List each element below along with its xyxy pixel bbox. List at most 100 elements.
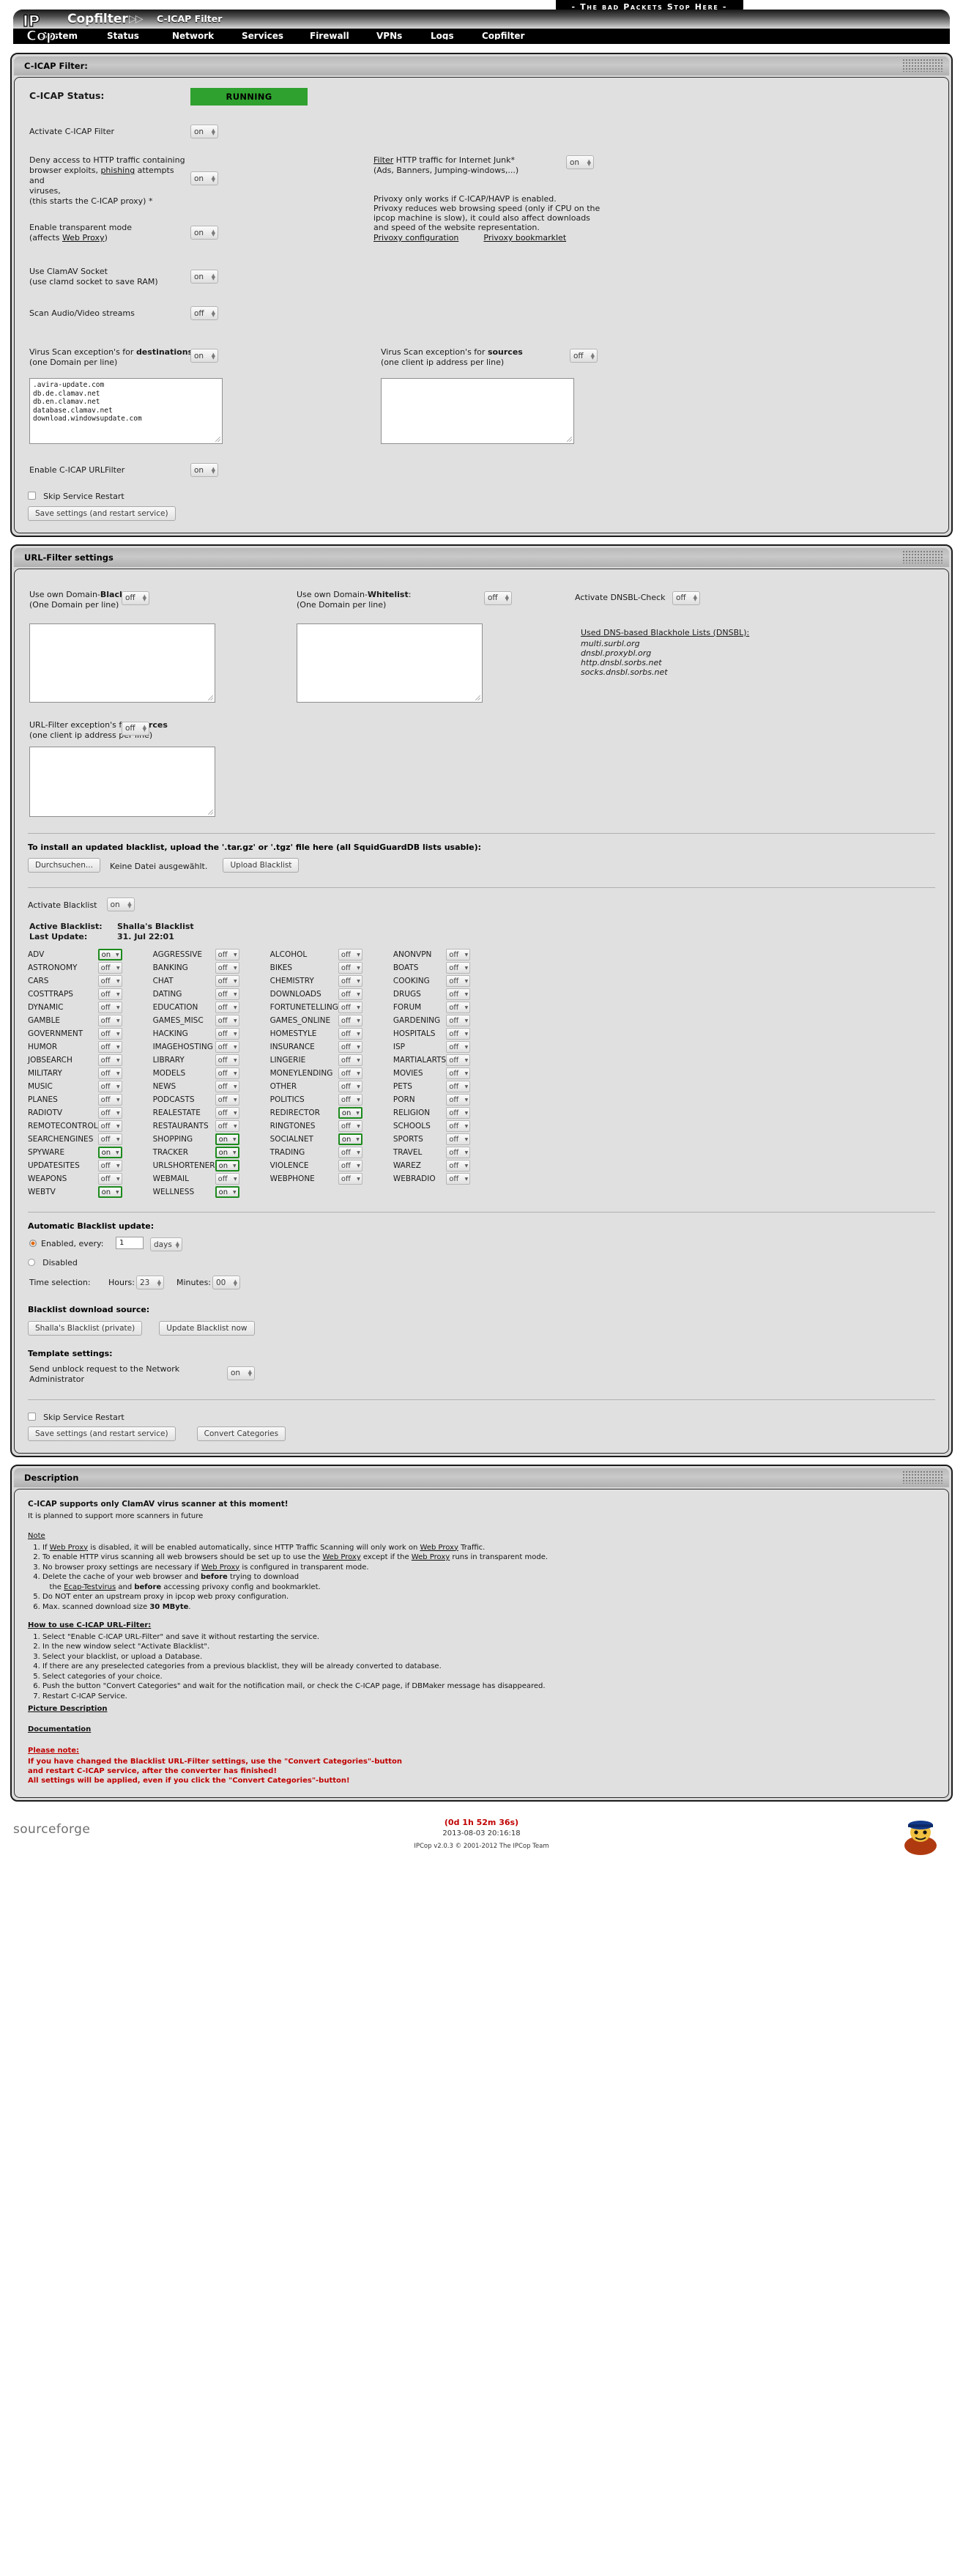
web-proxy-link[interactable]: Web Proxy <box>412 1553 450 1561</box>
category-select-models[interactable]: off ▼ <box>215 1067 239 1079</box>
category-select-travel[interactable]: off ▼ <box>446 1147 471 1158</box>
skip-service-restart-checkbox[interactable] <box>28 1412 36 1421</box>
deny-http-select[interactable]: on ▲ ▼ <box>190 171 218 185</box>
category-select-government[interactable]: off ▼ <box>97 1028 122 1040</box>
category-select-banking[interactable]: off ▼ <box>215 962 239 974</box>
privoxy-configuration-link[interactable]: Privoxy configuration <box>373 233 458 243</box>
category-select-aggressive[interactable]: off ▼ <box>215 949 239 961</box>
category-select-searchengines[interactable]: off ▼ <box>97 1133 122 1145</box>
category-select-news[interactable]: off ▼ <box>215 1081 239 1092</box>
category-select-fortunetelling[interactable]: off ▼ <box>338 1002 362 1013</box>
category-select-sports[interactable]: off ▼ <box>446 1133 471 1145</box>
category-select-music[interactable]: off ▼ <box>97 1081 122 1092</box>
hours-select[interactable]: 23 ▲ ▼ <box>136 1276 164 1289</box>
category-select-religion[interactable]: off ▼ <box>446 1107 471 1119</box>
category-select-isp[interactable]: off ▼ <box>446 1041 471 1053</box>
category-select-updatesites[interactable]: off ▼ <box>97 1160 122 1172</box>
enabled-radio[interactable] <box>29 1240 37 1247</box>
category-select-cars[interactable]: off ▼ <box>97 975 122 987</box>
category-select-library[interactable]: off ▼ <box>215 1054 239 1066</box>
unblock-request-select[interactable]: on ▲ ▼ <box>227 1366 255 1380</box>
web-proxy-link[interactable]: Web Proxy <box>322 1553 360 1561</box>
skip-service-restart-checkbox[interactable] <box>28 492 36 500</box>
category-select-forum[interactable]: off ▼ <box>446 1002 471 1013</box>
activate-blacklist-select[interactable]: on ▲ ▼ <box>106 897 135 911</box>
own-whitelist-select[interactable]: off ▲ ▼ <box>484 591 512 605</box>
category-select-porn[interactable]: off ▼ <box>446 1094 471 1106</box>
own-whitelist-textarea[interactable] <box>297 623 483 703</box>
download-source-select[interactable]: Shalla's Blacklist (private) <box>28 1320 143 1336</box>
category-select-politics[interactable]: off ▼ <box>338 1094 362 1106</box>
update-blacklist-now-button[interactable]: Update Blacklist now <box>159 1320 255 1336</box>
enable-urlfilter-select[interactable]: on ▲ ▼ <box>190 463 218 477</box>
category-select-wellness[interactable]: on ▼ <box>215 1186 239 1198</box>
category-select-games_misc[interactable]: off ▼ <box>215 1015 239 1026</box>
category-select-gamble[interactable]: off ▼ <box>97 1015 122 1026</box>
category-select-pets[interactable]: off ▼ <box>446 1081 471 1092</box>
junk-filter-select[interactable]: on ▲ ▼ <box>566 155 594 169</box>
category-select-costtraps[interactable]: off ▼ <box>97 988 122 1000</box>
transparent-mode-select[interactable]: on ▲ ▼ <box>190 226 218 240</box>
category-select-insurance[interactable]: off ▼ <box>338 1041 362 1053</box>
interval-unit-select[interactable]: days ▲ ▼ <box>150 1237 182 1251</box>
clamav-socket-select[interactable]: on ▲ ▼ <box>190 270 218 284</box>
category-select-anonvpn[interactable]: off ▼ <box>446 949 471 961</box>
category-select-planes[interactable]: off ▼ <box>97 1094 122 1106</box>
category-select-bikes[interactable]: off ▼ <box>338 962 362 974</box>
category-select-trading[interactable]: off ▼ <box>338 1147 362 1158</box>
category-select-lingerie[interactable]: off ▼ <box>338 1054 362 1066</box>
dnsbl-check-select[interactable]: off ▲ ▼ <box>672 591 700 605</box>
urlfilter-exc-src-select[interactable]: off ▲ ▼ <box>122 721 149 736</box>
picture-description-link[interactable]: Picture Description <box>28 1705 107 1713</box>
phishing-link[interactable]: phishing <box>100 166 135 175</box>
category-select-jobsearch[interactable]: off ▼ <box>97 1054 122 1066</box>
convert-categories-button[interactable]: Convert Categories <box>196 1426 286 1441</box>
category-select-webtv[interactable]: on ▼ <box>97 1186 122 1198</box>
category-select-webphone[interactable]: off ▼ <box>338 1173 362 1185</box>
category-select-education[interactable]: off ▼ <box>215 1002 239 1013</box>
update-interval-input[interactable]: 1 <box>116 1237 144 1249</box>
category-select-redirector[interactable]: on ▼ <box>338 1107 362 1119</box>
minutes-select[interactable]: 00 ▲ ▼ <box>212 1276 240 1289</box>
category-select-webmail[interactable]: off ▼ <box>215 1173 239 1185</box>
category-select-homestyle[interactable]: off ▼ <box>338 1028 362 1040</box>
urlfilter-exc-src-textarea[interactable] <box>29 746 215 817</box>
category-select-warez[interactable]: off ▼ <box>446 1160 471 1172</box>
category-select-realestate[interactable]: off ▼ <box>215 1107 239 1119</box>
category-select-podcasts[interactable]: off ▼ <box>215 1094 239 1106</box>
category-select-humor[interactable]: off ▼ <box>97 1041 122 1053</box>
category-select-dating[interactable]: off ▼ <box>215 988 239 1000</box>
category-select-chemistry[interactable]: off ▼ <box>338 975 362 987</box>
category-select-urlshortener[interactable]: on ▼ <box>215 1160 239 1172</box>
category-select-tracker[interactable]: on ▼ <box>215 1147 239 1158</box>
category-select-hospitals[interactable]: off ▼ <box>446 1028 471 1040</box>
own-blacklist-select[interactable]: off ▲ ▼ <box>122 591 149 605</box>
filter-link[interactable]: Filter <box>373 155 393 165</box>
save-settings-button[interactable]: Save settings (and restart service) <box>28 506 176 521</box>
ecap-testvirus-link[interactable]: Ecap-Testvirus <box>64 1583 116 1591</box>
category-select-spyware[interactable]: on ▼ <box>97 1147 122 1158</box>
category-select-alcohol[interactable]: off ▼ <box>338 949 362 961</box>
category-select-shopping[interactable]: on ▼ <box>215 1133 239 1145</box>
category-select-military[interactable]: off ▼ <box>97 1067 122 1079</box>
category-select-moneylending[interactable]: off ▼ <box>338 1067 362 1079</box>
web-proxy-link[interactable]: Web Proxy <box>420 1544 458 1552</box>
category-select-hacking[interactable]: off ▼ <box>215 1028 239 1040</box>
virus-exc-dest-select[interactable]: on ▲ ▼ <box>190 349 218 363</box>
virus-exc-dest-textarea[interactable]: .avira-update.com db.de.clamav.net db.en… <box>29 378 223 444</box>
web-proxy-link[interactable]: Web Proxy <box>201 1563 239 1572</box>
web-proxy-link[interactable]: Web Proxy <box>62 233 105 243</box>
file-browse-button[interactable]: Durchsuchen... <box>28 858 100 873</box>
category-select-radiotv[interactable]: off ▼ <box>97 1107 122 1119</box>
virus-exc-src-select[interactable]: off ▲ ▼ <box>570 349 598 363</box>
documentation-link[interactable]: Documentation <box>28 1725 91 1733</box>
upload-blacklist-button[interactable]: Upload Blacklist <box>223 858 300 873</box>
category-select-games_online[interactable]: off ▼ <box>338 1015 362 1026</box>
category-select-cooking[interactable]: off ▼ <box>446 975 471 987</box>
category-select-restaurants[interactable]: off ▼ <box>215 1120 239 1132</box>
scan-av-select[interactable]: off ▲ ▼ <box>190 306 218 320</box>
category-select-movies[interactable]: off ▼ <box>446 1067 471 1079</box>
category-select-schools[interactable]: off ▼ <box>446 1120 471 1132</box>
disabled-radio[interactable] <box>28 1259 35 1266</box>
category-select-downloads[interactable]: off ▼ <box>338 988 362 1000</box>
